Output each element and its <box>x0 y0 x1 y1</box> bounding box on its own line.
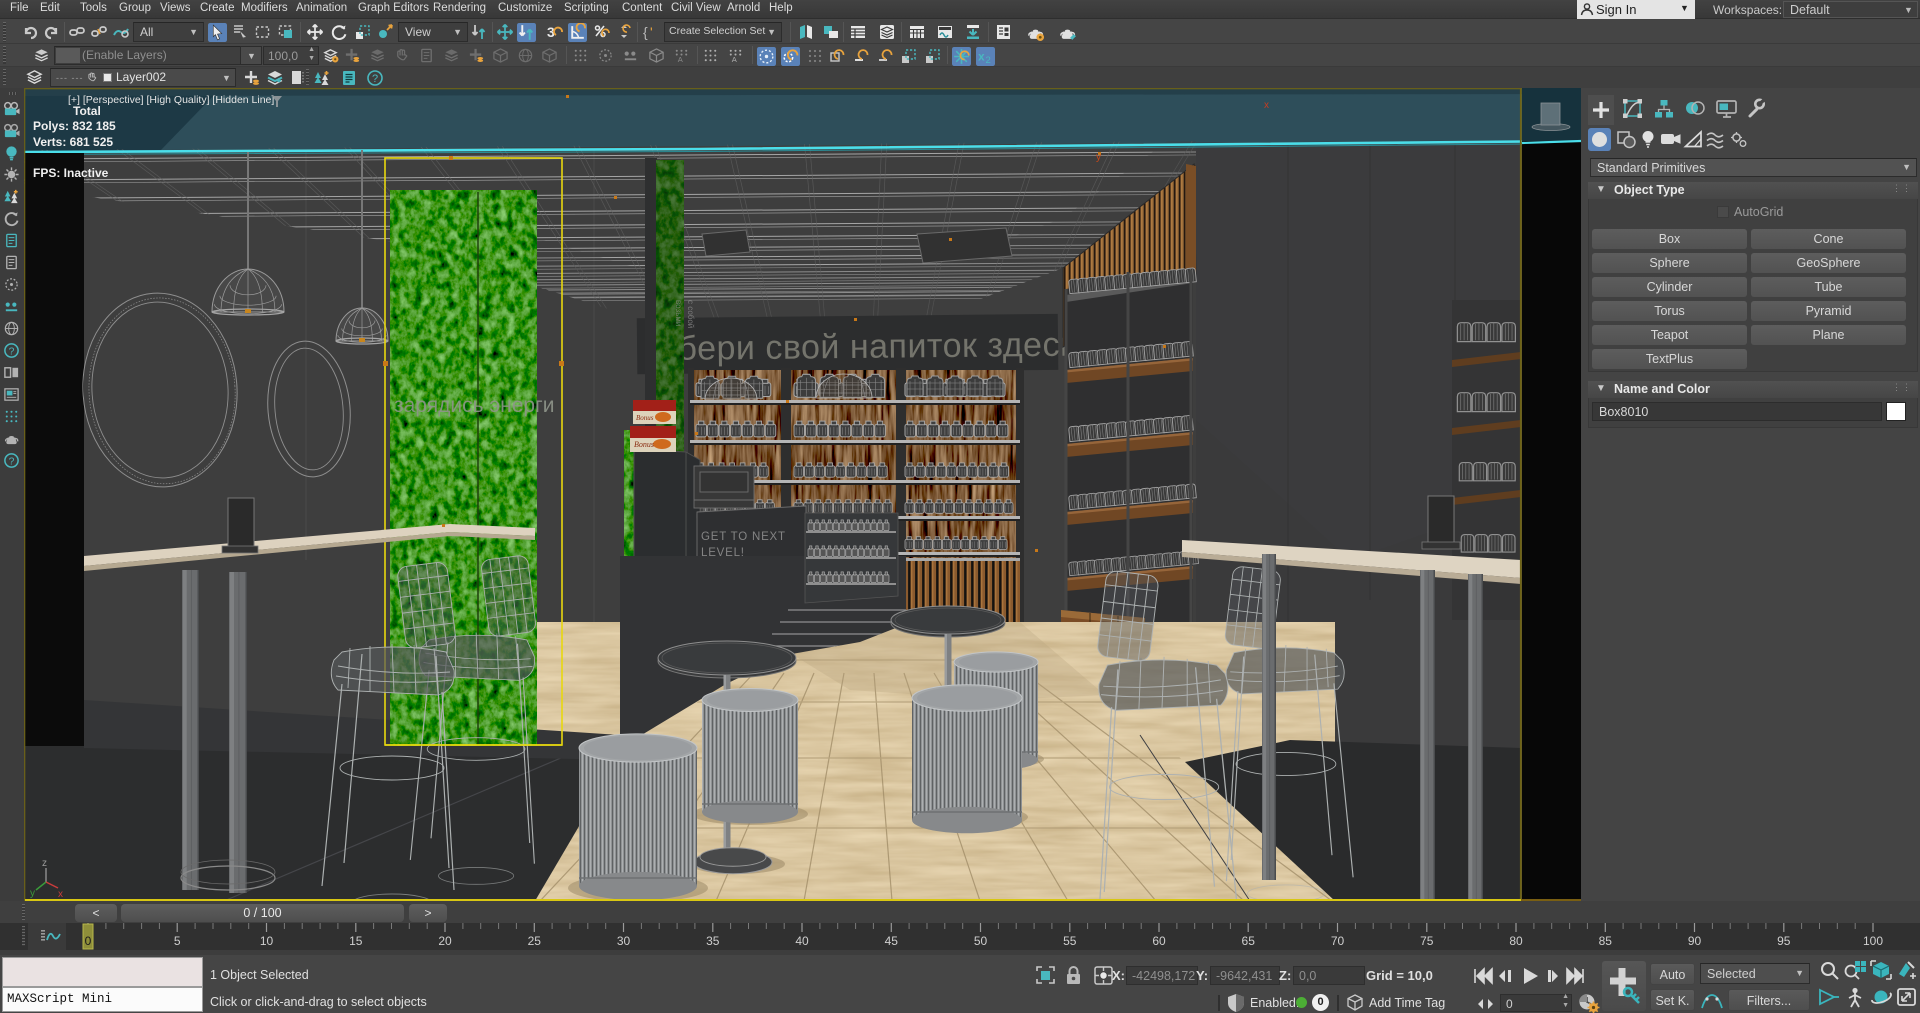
svg-text:0: 0 <box>85 934 92 948</box>
svg-text:80: 80 <box>1509 934 1523 948</box>
svg-text:{: { <box>643 24 648 40</box>
svg-text:35: 35 <box>706 934 720 948</box>
svg-text:55: 55 <box>1063 934 1077 948</box>
svg-text:зарядись энерги: зарядись энерги <box>394 394 554 417</box>
svg-text:A: A <box>678 55 684 64</box>
svg-text:возьми: возьми <box>674 300 683 326</box>
svg-text:20: 20 <box>438 934 452 948</box>
svg-text:2: 2 <box>986 55 991 66</box>
svg-text:абери свой напиток здесь: абери свой напиток здесь <box>658 326 1078 368</box>
svg-text:GET TO NEXT: GET TO NEXT <box>701 531 786 543</box>
svg-text:Verts: 681 525: Verts: 681 525 <box>33 135 113 149</box>
svg-text:': ' <box>650 24 653 40</box>
svg-text:?: ? <box>9 346 15 357</box>
svg-text:100: 100 <box>1863 934 1883 948</box>
svg-text:FPS: Inactive: FPS: Inactive <box>33 166 109 180</box>
svg-text:y: y <box>30 888 35 899</box>
svg-text:25: 25 <box>528 934 542 948</box>
svg-text:Bonus: Bonus <box>634 440 654 449</box>
svg-text:85: 85 <box>1599 934 1613 948</box>
svg-text:50: 50 <box>974 934 988 948</box>
svg-text:с собой: с собой <box>686 300 695 328</box>
svg-text:x: x <box>58 889 63 900</box>
svg-text:?: ? <box>372 73 378 85</box>
svg-text:75: 75 <box>1420 934 1434 948</box>
svg-text:60: 60 <box>1152 934 1166 948</box>
svg-text:95: 95 <box>1777 934 1791 948</box>
svg-text:70: 70 <box>1331 934 1345 948</box>
svg-text:Total: Total <box>73 104 101 118</box>
svg-text:5: 5 <box>174 934 181 948</box>
svg-text:x: x <box>978 51 985 64</box>
svg-text:Bonus: Bonus <box>636 414 654 422</box>
svg-text:30: 30 <box>617 934 631 948</box>
svg-text:A: A <box>732 55 738 64</box>
svg-text:y: y <box>1096 152 1101 163</box>
svg-text:45: 45 <box>885 934 899 948</box>
svg-text:90: 90 <box>1688 934 1702 948</box>
svg-text:10: 10 <box>260 934 274 948</box>
svg-text:x: x <box>1264 100 1269 111</box>
svg-text:15: 15 <box>349 934 363 948</box>
svg-text:z: z <box>42 858 47 869</box>
svg-text:Polys: 832 185: Polys: 832 185 <box>33 119 116 133</box>
svg-text:?: ? <box>9 456 15 467</box>
svg-text:65: 65 <box>1242 934 1256 948</box>
svg-text:40: 40 <box>795 934 809 948</box>
